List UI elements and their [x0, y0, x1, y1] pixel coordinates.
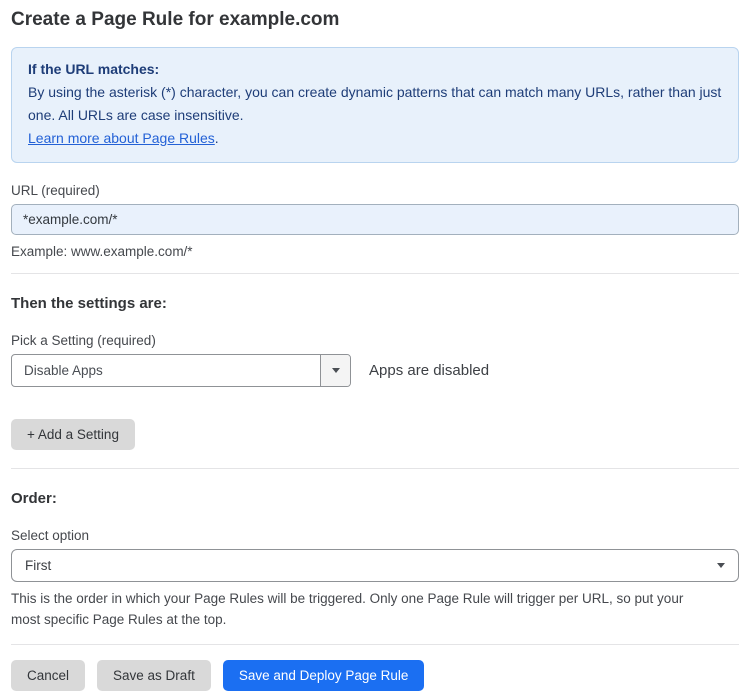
- section-divider: [11, 644, 739, 645]
- order-select[interactable]: First: [11, 549, 739, 582]
- footer-actions: Cancel Save as Draft Save and Deploy Pag…: [11, 660, 739, 691]
- create-page-rule-panel: Create a Page Rule for example.com If th…: [0, 0, 750, 691]
- add-setting-button[interactable]: + Add a Setting: [11, 419, 135, 450]
- link-suffix: .: [214, 130, 219, 146]
- setting-picker-label: Pick a Setting (required): [11, 333, 156, 348]
- section-divider: [11, 468, 739, 469]
- info-box-body: By using the asterisk (*) character, you…: [28, 84, 722, 123]
- save-draft-button[interactable]: Save as Draft: [97, 660, 211, 691]
- order-help-text: This is the order in which your Page Rul…: [11, 591, 684, 627]
- setting-status-text: Apps are disabled: [369, 362, 490, 379]
- chevron-down-icon: [331, 368, 340, 373]
- save-deploy-button[interactable]: Save and Deploy Page Rule: [222, 660, 425, 691]
- order-select-value: First: [25, 558, 52, 573]
- section-divider: [11, 273, 739, 274]
- info-box-heading: If the URL matches:: [28, 61, 160, 77]
- url-example-text: Example: www.example.com/*: [11, 244, 193, 259]
- cancel-button[interactable]: Cancel: [11, 660, 86, 691]
- info-box-link-line: Learn more about Page Rules.: [28, 127, 722, 150]
- url-match-info-box: If the URL matches: By using the asteris…: [11, 47, 739, 163]
- setting-row: Disable Apps Apps are disabled: [11, 354, 739, 387]
- url-field-label: URL (required): [11, 183, 100, 198]
- setting-select-value: Disable Apps: [24, 363, 103, 378]
- chevron-down-icon: [717, 563, 725, 568]
- url-input[interactable]: [11, 204, 739, 235]
- setting-select-arrow-button[interactable]: [320, 355, 350, 386]
- learn-more-link[interactable]: Learn more about Page Rules: [28, 130, 215, 146]
- setting-select[interactable]: Disable Apps: [11, 354, 351, 387]
- settings-section-heading: Then the settings are:: [11, 295, 167, 312]
- page-title: Create a Page Rule for example.com: [11, 9, 340, 30]
- order-section-heading: Order:: [11, 490, 57, 507]
- order-select-label: Select option: [11, 528, 90, 543]
